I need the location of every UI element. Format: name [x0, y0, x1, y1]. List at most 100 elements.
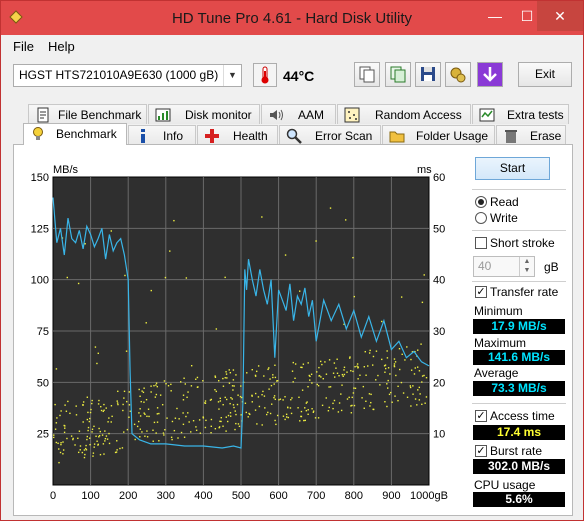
tab-disk-monitor[interactable]: Disk monitor	[148, 104, 260, 124]
copy-text-button[interactable]	[354, 62, 380, 87]
access-time-point	[166, 417, 168, 419]
access-time-point	[267, 411, 269, 414]
access-time-point	[421, 381, 423, 383]
access-time-point	[272, 374, 274, 376]
tab-random-access[interactable]: Random Access	[337, 104, 471, 124]
x-tick: 600	[269, 490, 287, 502]
access-time-point	[97, 352, 99, 355]
access-time-point	[176, 407, 178, 410]
access-time-checkbox[interactable]: ✓	[475, 410, 487, 422]
close-button[interactable]: ✕	[537, 1, 583, 31]
app-window: HD Tune Pro 4.61 - Hard Disk Utility — ☐…	[0, 0, 584, 521]
x-tick: 500	[232, 490, 250, 502]
minimize-button[interactable]: —	[479, 1, 511, 31]
copy-screenshot-button[interactable]	[385, 62, 411, 87]
access-time-point	[381, 358, 383, 361]
access-time-point	[386, 350, 388, 352]
save-button[interactable]	[415, 62, 441, 87]
tab-label: File Benchmark	[58, 108, 142, 122]
access-time-point	[386, 357, 389, 359]
tab-label: Error Scan	[315, 129, 373, 143]
access-time-point	[195, 426, 197, 428]
access-time-point	[363, 407, 365, 409]
burst-rate-label[interactable]: Burst rate	[490, 444, 542, 458]
access-time-point	[291, 397, 293, 399]
access-time-point	[320, 376, 322, 378]
access-time-point	[173, 219, 175, 222]
options-button[interactable]	[445, 62, 471, 87]
access-time-point	[416, 366, 419, 368]
write-label[interactable]: Write	[490, 211, 518, 225]
access-time-point	[314, 417, 317, 419]
bulb-icon	[33, 127, 43, 140]
access-time-point	[224, 396, 226, 399]
access-time-point	[69, 412, 71, 415]
access-time-label[interactable]: Access time	[490, 409, 555, 423]
access-time-point	[152, 440, 154, 442]
access-time-point	[292, 361, 294, 364]
access-time-point	[103, 403, 105, 406]
access-time-point	[228, 369, 230, 371]
access-time-point	[383, 365, 386, 367]
access-time-point	[254, 392, 257, 395]
access-time-point	[261, 216, 263, 218]
access-time-point	[188, 421, 190, 423]
access-time-point	[145, 322, 147, 324]
spinner-arrows-icon[interactable]: ▲ ▼	[519, 257, 534, 276]
tab-folder-usage[interactable]: Folder Usage	[382, 125, 495, 145]
access-time-point	[350, 412, 353, 414]
write-radio[interactable]	[475, 212, 487, 224]
access-time-point	[289, 407, 292, 409]
short-stroke-checkbox[interactable]	[475, 237, 487, 249]
menu-help[interactable]: Help	[48, 39, 75, 54]
access-time-point	[141, 431, 143, 433]
access-time-point	[282, 415, 285, 417]
access-time-point	[340, 393, 342, 395]
access-time-point	[93, 443, 96, 445]
start-button[interactable]: Start	[475, 157, 550, 180]
access-time-point	[171, 438, 173, 441]
drive-select[interactable]: HGST HTS721010A9E630 (1000 gB) ▼	[13, 64, 242, 87]
transfer-rate-label[interactable]: Transfer rate	[490, 285, 558, 299]
access-time-point	[54, 403, 56, 406]
tab-info[interactable]: Info	[128, 125, 196, 145]
download-button[interactable]	[477, 62, 503, 87]
tab-aam[interactable]: AAM	[261, 104, 336, 124]
access-time-point	[359, 374, 361, 376]
access-time-point	[371, 364, 374, 366]
access-time-point	[231, 385, 234, 387]
access-time-point	[384, 367, 387, 370]
short-stroke-value: 40	[478, 259, 492, 273]
tab-label: AAM	[298, 108, 325, 122]
menu-file[interactable]: File	[13, 39, 34, 54]
access-time-point	[285, 416, 288, 418]
exit-button[interactable]: Exit	[518, 62, 572, 87]
access-time-point	[302, 363, 305, 365]
access-time-point	[300, 410, 303, 413]
access-time-point	[332, 402, 334, 405]
tab-benchmark[interactable]: Benchmark	[23, 123, 127, 145]
short-stroke-label[interactable]: Short stroke	[490, 236, 555, 250]
transfer-rate-checkbox[interactable]: ✓	[475, 286, 487, 298]
title-bar[interactable]: HD Tune Pro 4.61 - Hard Disk Utility — ☐…	[1, 1, 583, 35]
tab-extra-tests[interactable]: Extra tests	[472, 104, 569, 124]
access-time-point	[142, 391, 145, 394]
read-radio[interactable]	[475, 196, 487, 208]
access-time-point	[266, 413, 268, 416]
read-label[interactable]: Read	[490, 195, 519, 209]
tab-file-benchmark[interactable]: File Benchmark	[28, 104, 147, 124]
tab-error-scan[interactable]: Error Scan	[279, 125, 381, 145]
tab-health[interactable]: Health	[197, 125, 278, 145]
access-time-point	[165, 383, 167, 385]
drive-select-value: HGST HTS721010A9E630 (1000 gB)	[19, 68, 219, 82]
access-time-point	[317, 417, 320, 419]
access-time-point	[307, 409, 309, 411]
access-time-point	[291, 370, 294, 372]
short-stroke-spinner[interactable]: 40 ▲ ▼	[473, 256, 535, 277]
burst-rate-checkbox[interactable]: ✓	[475, 445, 487, 457]
access-time-point	[251, 395, 253, 397]
access-time-point	[425, 396, 428, 398]
access-time-point	[333, 399, 336, 402]
access-time-point	[344, 219, 347, 221]
tab-erase[interactable]: Erase	[496, 125, 566, 145]
